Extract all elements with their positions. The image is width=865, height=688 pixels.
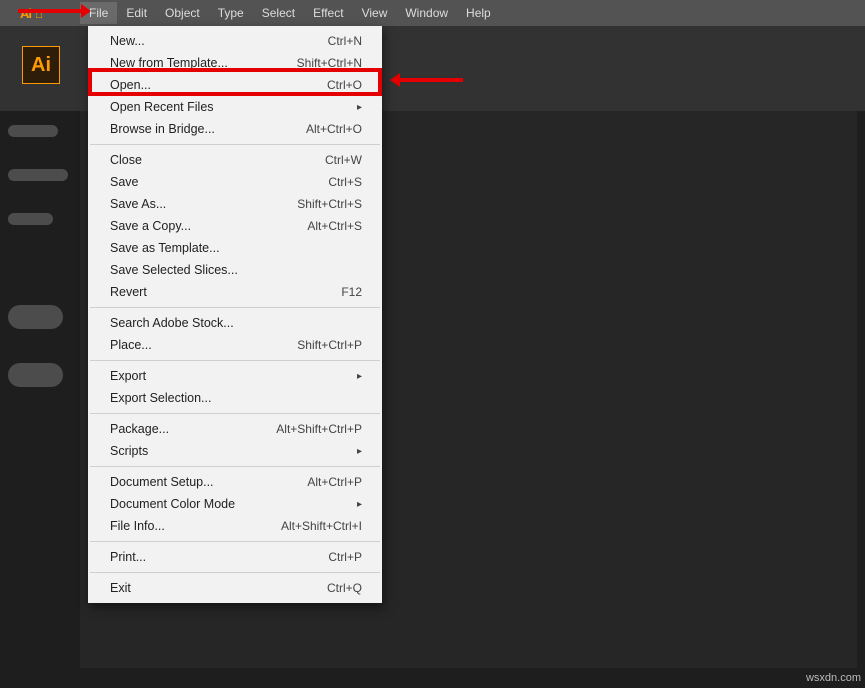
menu-separator [90,360,380,361]
menu-item-label: Package... [110,422,169,436]
watermark: wsxdn.com [806,672,861,684]
menu-item-file-info[interactable]: File Info... Alt+Shift+Ctrl+I [88,515,382,537]
chevron-right-icon: ▸ [357,371,362,382]
skeleton-pill [8,363,63,387]
menu-item-shortcut: Alt+Ctrl+O [306,122,362,136]
menu-item-browse-in-bridge[interactable]: Browse in Bridge... Alt+Ctrl+O [88,118,382,140]
menubar-item-type[interactable]: Type [209,2,253,24]
menubar-item-effect[interactable]: Effect [304,2,352,24]
menubar-item-view[interactable]: View [353,2,397,24]
menu-item-save[interactable]: Save Ctrl+S [88,171,382,193]
menubar-item-object[interactable]: Object [156,2,209,24]
menu-separator [90,307,380,308]
menu-separator [90,466,380,467]
menubar-item-window[interactable]: Window [396,2,457,24]
menu-item-save-as[interactable]: Save As... Shift+Ctrl+S [88,193,382,215]
menu-item-shortcut: Ctrl+N [328,34,362,48]
menu-item-save-as-template[interactable]: Save as Template... [88,237,382,259]
menu-item-label: Document Color Mode [110,497,235,511]
menu-item-revert[interactable]: Revert F12 [88,281,382,303]
menu-item-save-selected-slices[interactable]: Save Selected Slices... [88,259,382,281]
menu-item-label: New... [110,34,145,48]
menu-item-shortcut: Alt+Ctrl+S [307,219,362,233]
menubar: Ai ⌂ FileEditObjectTypeSelectEffectViewW… [0,0,865,26]
menu-item-shortcut: Shift+Ctrl+S [297,197,362,211]
menu-item-document-setup[interactable]: Document Setup... Alt+Ctrl+P [88,471,382,493]
menu-item-label: Export [110,369,146,383]
menu-item-shortcut: F12 [341,285,362,299]
menu-item-print[interactable]: Print... Ctrl+P [88,546,382,568]
menubar-item-select[interactable]: Select [253,2,304,24]
menu-separator [90,541,380,542]
menu-item-package[interactable]: Package... Alt+Shift+Ctrl+P [88,418,382,440]
menu-item-scripts[interactable]: Scripts ▸ [88,440,382,462]
annotation-arrow-open [398,78,463,82]
menu-item-open-recent-files[interactable]: Open Recent Files ▸ [88,96,382,118]
menu-item-exit[interactable]: Exit Ctrl+Q [88,577,382,599]
menu-item-label: Place... [110,338,152,352]
menu-item-shortcut: Shift+Ctrl+P [297,338,362,352]
menu-item-label: Revert [110,285,147,299]
menu-item-place[interactable]: Place... Shift+Ctrl+P [88,334,382,356]
file-menu-dropdown: New... Ctrl+N New from Template... Shift+Ct… [88,26,382,603]
menu-item-label: Save [110,175,139,189]
menu-item-search-adobe-stock[interactable]: Search Adobe Stock... [88,312,382,334]
menu-separator [90,572,380,573]
menu-separator [90,144,380,145]
menu-item-label: Document Setup... [110,475,214,489]
menu-item-close[interactable]: Close Ctrl+W [88,149,382,171]
menu-item-label: File Info... [110,519,165,533]
menu-item-label: Search Adobe Stock... [110,316,234,330]
chevron-right-icon: ▸ [357,102,362,113]
menu-item-label: Save Selected Slices... [110,263,238,277]
logo-strip: Ai ⌂ [20,6,80,21]
menubar-items: FileEditObjectTypeSelectEffectViewWindow… [80,2,500,24]
menu-item-open[interactable]: Open... Ctrl+O [88,74,382,96]
menu-item-new[interactable]: New... Ctrl+N [88,30,382,52]
menu-item-shortcut: Ctrl+Q [327,581,362,595]
menu-item-label: Save As... [110,197,166,211]
menu-item-label: Exit [110,581,131,595]
menu-item-label: Print... [110,550,146,564]
chevron-right-icon: ▸ [357,446,362,457]
side-panel [8,125,68,387]
menu-separator [90,413,380,414]
menu-item-label: Browse in Bridge... [110,122,215,136]
menu-item-export[interactable]: Export ▸ [88,365,382,387]
menu-item-shortcut: Ctrl+P [328,550,362,564]
menu-item-label: Close [110,153,142,167]
menu-item-shortcut: Alt+Shift+Ctrl+I [281,519,362,533]
menubar-item-edit[interactable]: Edit [117,2,156,24]
menu-item-shortcut: Alt+Shift+Ctrl+P [276,422,362,436]
menu-item-shortcut: Alt+Ctrl+P [307,475,362,489]
logo-small-text: Ai [20,6,31,21]
annotation-arrow-file [18,9,83,13]
skeleton-line [8,213,53,225]
menu-item-label: Save a Copy... [110,219,191,233]
menu-item-shortcut: Ctrl+O [327,78,362,92]
menu-item-document-color-mode[interactable]: Document Color Mode ▸ [88,493,382,515]
menubar-item-help[interactable]: Help [457,2,500,24]
illustrator-logo: Ai [22,46,60,84]
skeleton-pill [8,305,63,329]
menu-item-label: Scripts [110,444,148,458]
menu-item-label: Open... [110,78,151,92]
skeleton-line [8,125,58,137]
menu-item-label: Save as Template... [110,241,220,255]
skeleton-line [8,169,68,181]
menu-item-shortcut: Ctrl+W [325,153,362,167]
menu-item-label: New from Template... [110,56,228,70]
menu-item-save-a-copy[interactable]: Save a Copy... Alt+Ctrl+S [88,215,382,237]
menu-item-export-selection[interactable]: Export Selection... [88,387,382,409]
menu-item-label: Open Recent Files [110,100,214,114]
menu-item-label: Export Selection... [110,391,211,405]
chevron-right-icon: ▸ [357,499,362,510]
menu-item-shortcut: Ctrl+S [328,175,362,189]
menu-item-shortcut: Shift+Ctrl+N [297,56,362,70]
menu-item-new-from-template[interactable]: New from Template... Shift+Ctrl+N [88,52,382,74]
home-icon: ⌂ [35,6,42,21]
